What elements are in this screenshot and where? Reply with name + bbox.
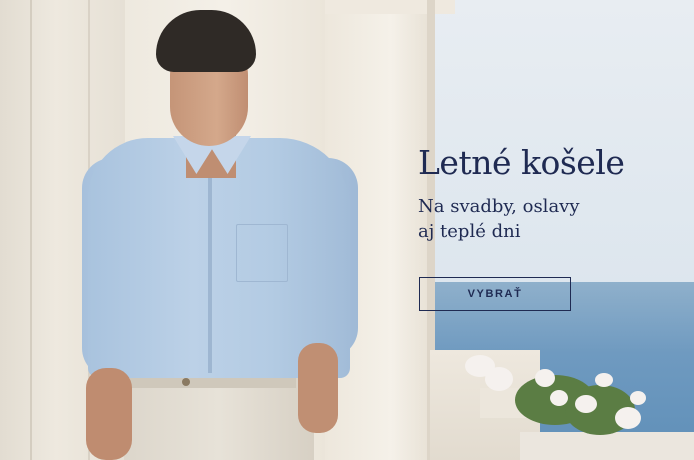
select-button[interactable]: VYBRAŤ [419, 277, 571, 311]
banner-copy: Letné košele Na svadby, oslavy aj teplé … [418, 142, 678, 244]
banner-title: Letné košele [418, 143, 625, 182]
hair [156, 10, 256, 72]
flower-bush [455, 355, 655, 440]
subtitle-line-1: Na svadby, oslavy [418, 196, 580, 217]
right-forearm [298, 343, 338, 433]
model-photo [78, 8, 358, 460]
trouser-button [182, 378, 190, 386]
left-hand [86, 368, 132, 460]
hero-banner[interactable]: Letné košele Na svadby, oslavy aj teplé … [0, 0, 694, 460]
subtitle-line-2: aj teplé dni [418, 221, 521, 242]
shirt-pocket [236, 224, 288, 282]
banner-subtitle: Na svadby, oslavy aj teplé dni [418, 194, 678, 244]
wall-seam [30, 0, 32, 460]
shirt-placket [208, 173, 212, 373]
